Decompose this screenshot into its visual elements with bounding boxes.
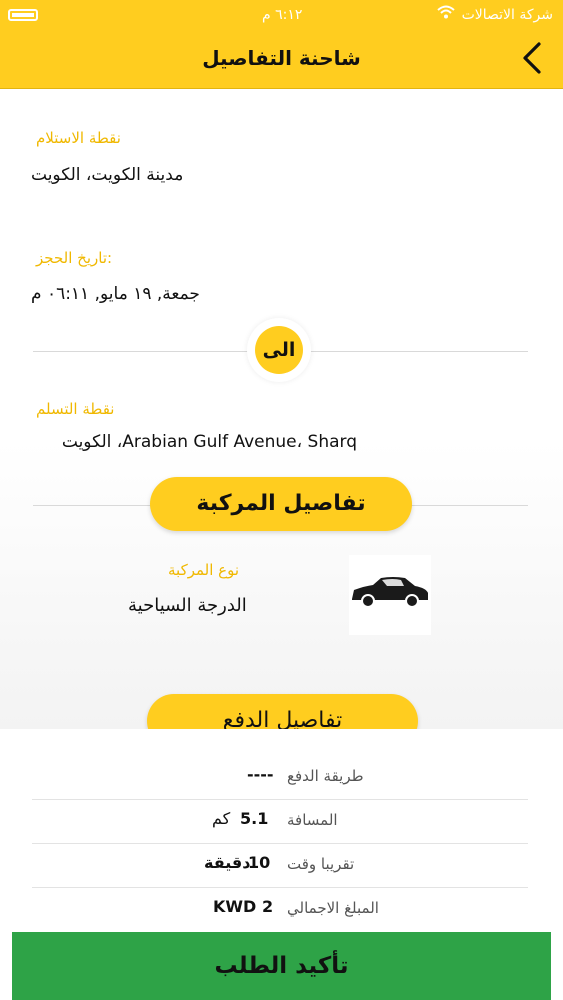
page-title: شاحنة التفاصيل <box>202 46 361 70</box>
wifi-icon <box>437 4 455 24</box>
distance-label: المسافة <box>287 811 338 829</box>
to-badge: الى <box>247 318 311 382</box>
back-button[interactable] <box>517 38 547 78</box>
time-value: 10 <box>248 853 271 872</box>
payment-method-label: طريقة الدفع <box>287 767 364 785</box>
time-label: تقريبا وقت <box>287 855 355 873</box>
dropoff-value: Arabian Gulf Avenue، Sharq، الكويت <box>61 432 357 452</box>
to-badge-label: الى <box>255 326 303 374</box>
pickup-label: نقطة الاستلام <box>36 129 121 147</box>
payment-row-distance: المسافة 5.1 كم <box>32 799 528 844</box>
app-header: شاحنة التفاصيل <box>0 32 563 89</box>
total-value: 2 <box>262 897 274 916</box>
payment-method-value: ---- <box>247 765 274 784</box>
pickup-value: مدينة الكويت، الكويت <box>31 165 184 185</box>
confirm-order-button[interactable]: تأكيد الطلب <box>12 932 551 1000</box>
payment-details: طريقة الدفع ---- المسافة 5.1 كم تقريبا و… <box>0 729 563 934</box>
chevron-left-icon <box>523 42 541 74</box>
payment-row-total: المبلغ الاجمالي 2 KWD <box>32 887 528 931</box>
payment-row-method: طريقة الدفع ---- <box>32 755 528 800</box>
time-unit: دقيقة <box>204 853 251 872</box>
vehicle-type-value: الدرجة السياحية <box>128 595 247 616</box>
status-bar: ٦:١٢ م شركة الاتصالات <box>0 0 563 32</box>
booking-date-label: تاريخ الحجز: <box>36 249 113 267</box>
vehicle-image <box>349 555 431 635</box>
car-icon <box>352 577 428 608</box>
battery-icon <box>8 9 38 21</box>
booking-date-value: جمعة, ١٩ مايو, ٠٦:١١ م <box>31 284 200 304</box>
distance-value: 5.1 <box>240 809 269 828</box>
dropoff-label: نقطة التسلم <box>36 400 115 418</box>
carrier-name: شركة الاتصالات <box>461 7 553 23</box>
total-currency: KWD <box>213 897 257 916</box>
distance-unit: كم <box>212 809 231 828</box>
total-label: المبلغ الاجمالي <box>287 899 379 917</box>
vehicle-type-label: نوع المركبة <box>168 561 240 579</box>
payment-row-time: تقريبا وقت 10 دقيقة <box>32 843 528 888</box>
vehicle-section-header: تفاصيل المركبة <box>150 477 412 531</box>
status-time: ٦:١٢ م <box>262 7 303 23</box>
